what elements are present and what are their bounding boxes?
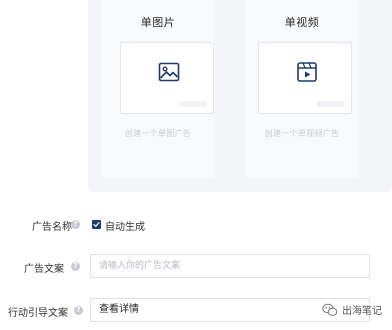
format-title: 单视频 (284, 16, 320, 29)
format-card-single-image[interactable]: 单图片 创建一个单图广告 (101, 0, 215, 178)
auto-generate-checkbox[interactable] (92, 220, 101, 229)
ad-format-panel: 单图片 创建一个单图广告 单视频 创建一个单视频广告 (88, 0, 392, 192)
auto-generate-label[interactable]: 自动生成 (105, 218, 145, 233)
format-preview (258, 42, 352, 114)
help-icon[interactable]: ? (71, 220, 80, 229)
preview-placeholder-bar (317, 101, 345, 107)
help-icon[interactable]: ? (71, 262, 80, 271)
wechat-icon (322, 303, 338, 317)
format-preview (120, 42, 214, 114)
watermark-text: 出海笔记 (342, 306, 382, 317)
ad-copy-input[interactable]: 请输入你的广告文案 (90, 254, 370, 278)
video-icon (295, 60, 319, 84)
check-icon (93, 222, 100, 227)
format-description: 创建一个单视频广告 (264, 129, 340, 138)
ad-name-label: 广告名称 (32, 222, 72, 233)
image-icon (157, 60, 181, 84)
ad-copy-label: 广告文案 (24, 264, 64, 275)
help-icon[interactable]: ? (74, 306, 83, 315)
watermark: 出海笔记 (322, 302, 382, 317)
preview-placeholder-bar (179, 101, 207, 107)
cta-copy-label: 行动引导文案 (8, 308, 68, 319)
format-card-single-video[interactable]: 单视频 创建一个单视频广告 (245, 0, 359, 178)
format-description: 创建一个单图广告 (124, 129, 192, 138)
format-title: 单图片 (140, 16, 176, 29)
